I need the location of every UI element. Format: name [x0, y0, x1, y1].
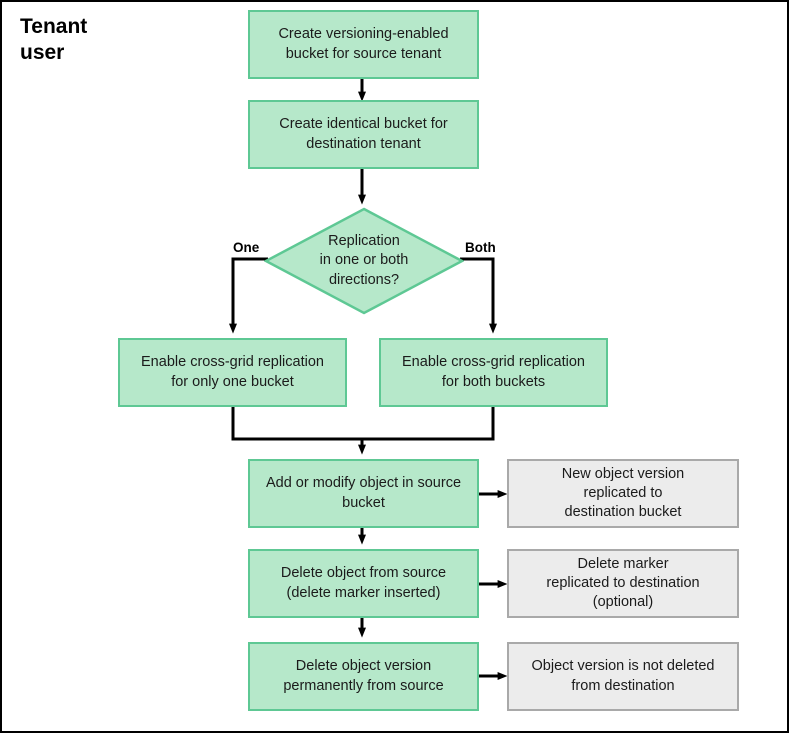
- node-decision-label: Replication in one or both directions?: [319, 233, 409, 288]
- connector-merge-to-add-modify: [231, 405, 495, 441]
- node-enable-replication-both-buckets[interactable]: Enable cross-grid replication for both b…: [379, 338, 608, 407]
- node-delete-object-version-permanently[interactable]: Delete object version permanently from s…: [248, 642, 479, 711]
- node-create-versioning-enabled-bucket[interactable]: Create versioning-enabled bucket for sou…: [248, 10, 479, 79]
- node-result-new-object-version-replicated[interactable]: New object version replicated to destina…: [507, 459, 739, 528]
- edge-label-one: One: [233, 240, 260, 255]
- edge-label-both: Both: [465, 240, 496, 255]
- connector-decision-one-branch: [229, 257, 268, 334]
- lane-title-tenant-user: Tenant user: [20, 15, 88, 65]
- node-add-or-modify-object[interactable]: Add or modify object in source bucket: [248, 459, 479, 528]
- node-result-delete-marker-replicated[interactable]: Delete marker replicated to destination …: [507, 549, 739, 618]
- node-delete-object-from-source[interactable]: Delete object from source (delete marker…: [248, 549, 479, 618]
- node-decision-replication-direction[interactable]: Replication in one or both directions?: [264, 207, 464, 315]
- node-enable-replication-one-bucket[interactable]: Enable cross-grid replication for only o…: [118, 338, 347, 407]
- flowchart-canvas: Tenant user Create versioning-enabled bu…: [0, 0, 789, 733]
- connector-decision-both-branch: [460, 257, 497, 334]
- node-create-identical-bucket[interactable]: Create identical bucket for destination …: [248, 100, 479, 169]
- node-result-object-version-not-deleted[interactable]: Object version is not deleted from desti…: [507, 642, 739, 711]
